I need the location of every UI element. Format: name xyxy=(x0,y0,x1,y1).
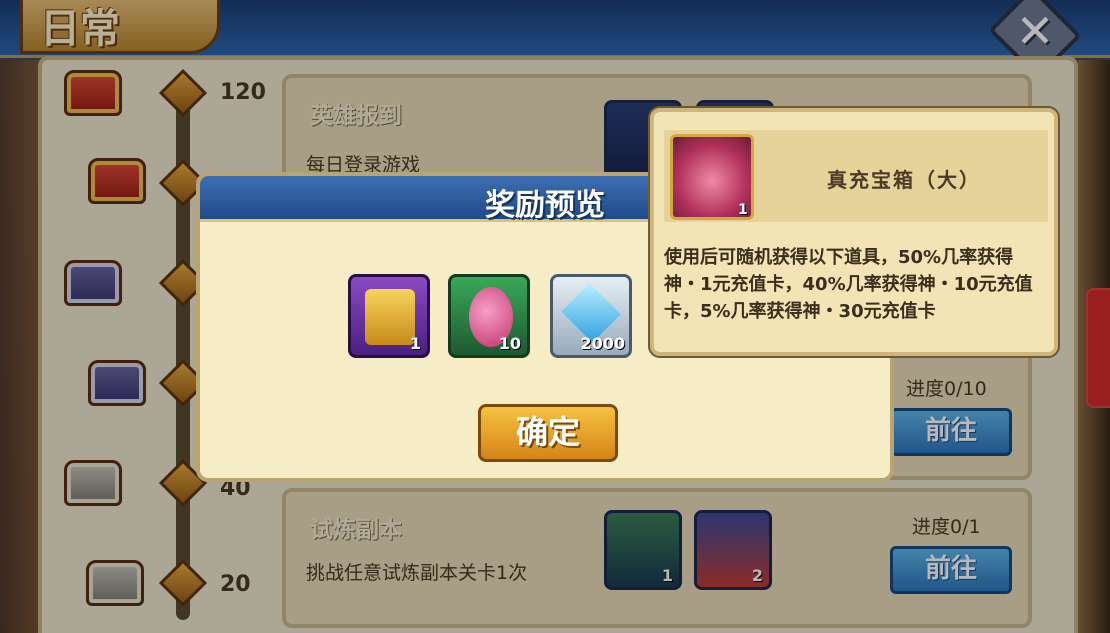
item-name: 真充宝箱（大） xyxy=(827,168,981,192)
scroll-graphic xyxy=(365,289,415,345)
item-tooltip: 1 真充宝箱（大） 使用后可随机获得以下道具，50%几率获得神・1元充值卡，40… xyxy=(650,108,1058,356)
item-count: 1 xyxy=(738,202,748,218)
item-description: 使用后可随机获得以下道具，50%几率获得神・1元充值卡，40%几率获得神・10元… xyxy=(664,247,1033,322)
golden-scroll-icon[interactable]: 1 xyxy=(348,274,430,358)
reward-count: 10 xyxy=(498,334,521,353)
reward-count: 1 xyxy=(409,334,421,353)
pink-egg-icon[interactable]: 10 xyxy=(448,274,530,358)
confirm-button[interactable]: 确定 xyxy=(478,404,618,462)
diamond-icon[interactable]: 2000 xyxy=(550,274,632,358)
reward-count: 2000 xyxy=(580,334,625,353)
